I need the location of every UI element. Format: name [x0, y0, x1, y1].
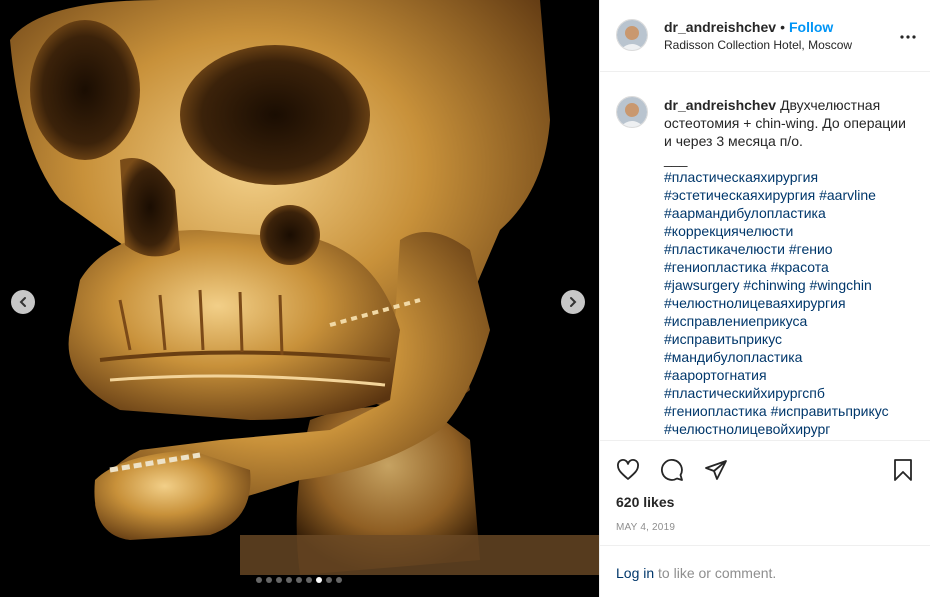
save-button[interactable] [891, 458, 915, 487]
hashtag-line: #jawsurgery #chinwing #wingchin [664, 276, 914, 294]
hashtag-link[interactable]: #аармандибулопластика [664, 205, 826, 221]
post-header: dr_andreishchev • Follow Radisson Collecti… [600, 0, 930, 72]
hashtag-link[interactable]: #chinwing [743, 277, 805, 293]
hashtag-link[interactable]: #исправлениеприкуса [664, 313, 807, 329]
hashtag-line: #исправлениеприкуса [664, 312, 914, 330]
share-icon [705, 460, 727, 480]
hashtag-link[interactable]: #wingchin [810, 277, 872, 293]
username-link[interactable]: dr_andreishchev [664, 19, 776, 35]
carousel-dot [286, 577, 292, 583]
hashtag-line: #эстетическаяхирургия #aarvline [664, 186, 914, 204]
hashtag-line: #пластическийхирургспб [664, 384, 914, 402]
bookmark-icon [894, 459, 912, 481]
hashtag-line: #пластикачелюсти #генио [664, 240, 914, 258]
location-link[interactable]: Radisson Collection Hotel, Moscow [664, 38, 852, 52]
avatar[interactable] [616, 19, 648, 51]
hashtag-link[interactable]: #челюстнолицеваяхирургия [664, 295, 846, 311]
action-bar: 620 likes MAY 4, 2019 [600, 440, 930, 545]
more-options-icon [900, 35, 916, 39]
carousel-dot [326, 577, 332, 583]
login-rest: to like or comment. [654, 565, 777, 581]
hashtag-link[interactable]: #красота [771, 259, 829, 275]
heart-icon [617, 459, 639, 480]
caption-section: dr_andreishchev Двухчелюстная остеотомия … [600, 72, 930, 440]
separator: • [780, 19, 785, 35]
carousel-dot [266, 577, 272, 583]
login-text: Log in to like or comment. [616, 565, 776, 581]
login-link[interactable]: Log in [616, 565, 654, 581]
follow-button[interactable]: Follow [789, 19, 833, 35]
post-date: MAY 4, 2019 [616, 522, 676, 533]
carousel-dot [256, 577, 262, 583]
carousel-dot [306, 577, 312, 583]
carousel-dot [296, 577, 302, 583]
hashtag-line: #аармандибулопластика [664, 204, 914, 222]
caption-username[interactable]: dr_andreishchev [664, 97, 776, 113]
hashtag-link[interactable]: #aarvline [819, 187, 876, 203]
comment-icon [661, 459, 683, 481]
comment-button[interactable] [660, 458, 684, 487]
hashtag-line: #пластическаяхирургия [664, 168, 914, 186]
hashtag-link[interactable]: #jawsurgery [664, 277, 739, 293]
share-button[interactable] [704, 458, 728, 487]
caption-avatar[interactable] [616, 96, 648, 128]
likes-count[interactable]: 620 likes [616, 494, 674, 510]
hashtag-link[interactable]: #мандибулопластика [664, 349, 802, 365]
carousel-dot [316, 577, 322, 583]
chevron-left-icon [19, 297, 26, 307]
hashtag-link[interactable]: #коррекциячелюсти [664, 223, 793, 239]
hashtag-line: #гениопластика #исправитьприкус [664, 402, 914, 420]
hashtag-link[interactable]: #исправитьприкус [771, 403, 889, 419]
hashtag-link[interactable]: #гениопластика [664, 403, 767, 419]
post-author: dr_andreishchev • Follow [664, 19, 833, 35]
hashtag-line: #челюстнолицевойхирург [664, 420, 914, 438]
previous-image-button[interactable] [11, 290, 35, 314]
chevron-right-icon [570, 297, 577, 307]
hashtag-link[interactable]: #генио [789, 241, 833, 257]
hashtag-line: #гениопластика #красота [664, 258, 914, 276]
hashtag-line: #аарортогнатия [664, 366, 914, 384]
next-image-button[interactable] [561, 290, 585, 314]
carousel-dot [336, 577, 342, 583]
hashtag-line: #исправитьприкус [664, 330, 914, 348]
hashtag-line: #коррекциячелюсти [664, 222, 914, 240]
hashtag-link[interactable]: #аарортогнатия [664, 367, 767, 383]
post-details-panel: dr_andreishchev • Follow Radisson Collecti… [599, 0, 930, 597]
carousel-indicator [256, 577, 342, 583]
hashtag-link[interactable]: #гениопластика [664, 259, 767, 275]
hashtag-link[interactable]: #эстетическаяхирургия [664, 187, 815, 203]
hashtag-link[interactable]: #челюстнолицевойхирург [664, 421, 830, 437]
post-image[interactable] [0, 0, 599, 597]
hashtag-link[interactable]: #пластикачелюсти [664, 241, 785, 257]
hashtag-line: #челюстнолицеваяхирургия [664, 294, 914, 312]
like-button[interactable] [616, 458, 640, 487]
hashtag-link[interactable]: #пластическаяхирургия [664, 169, 818, 185]
hashtag-link[interactable]: #исправитьприкус [664, 331, 782, 347]
skull-ct-image [0, 0, 599, 597]
caption-divider: ___ [664, 151, 688, 167]
hashtag-list: #пластическаяхирургия #эстетическаяхирург… [664, 168, 914, 438]
hashtag-link[interactable]: #пластическийхирургспб [664, 385, 825, 401]
caption-text: dr_andreishchev Двухчелюстная остеотомия … [664, 96, 914, 438]
login-prompt: Log in to like or comment. [600, 545, 930, 597]
hashtag-line: #мандибулопластика [664, 348, 914, 366]
carousel-dot [276, 577, 282, 583]
more-options-button[interactable] [900, 26, 916, 44]
